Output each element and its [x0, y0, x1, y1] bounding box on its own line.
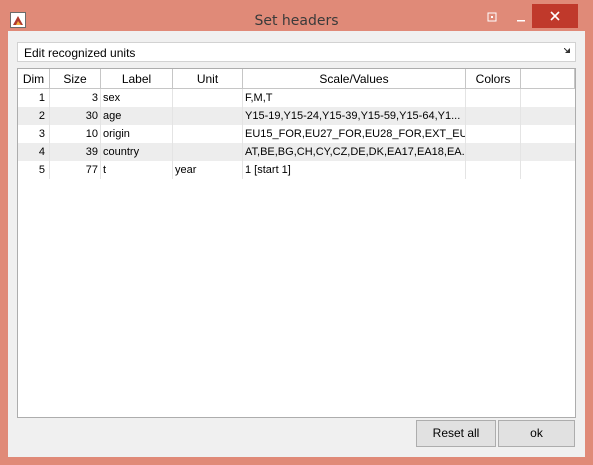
- units-dropdown[interactable]: Edit recognized units: [17, 42, 576, 62]
- dialog-client-area: Edit recognized units Dim Size Label Uni…: [8, 31, 585, 457]
- cell-label[interactable]: t: [101, 161, 173, 179]
- minimize-button[interactable]: [508, 6, 534, 28]
- help-icon: [487, 12, 497, 22]
- cell-unit[interactable]: [173, 125, 243, 143]
- cell-dim: 5: [18, 161, 50, 179]
- column-header-scale-values[interactable]: Scale/Values: [243, 69, 466, 89]
- cell-scale-values[interactable]: F,M,T: [243, 89, 466, 107]
- cell-label[interactable]: age: [101, 107, 173, 125]
- cell-unit[interactable]: [173, 89, 243, 107]
- cell-dim: 1: [18, 89, 50, 107]
- cell-scale-values[interactable]: Y15-19,Y15-24,Y15-39,Y15-59,Y15-64,Y1...: [243, 107, 466, 125]
- cell-colors[interactable]: [466, 89, 521, 107]
- dropdown-arrow-icon: [564, 48, 570, 53]
- help-button[interactable]: [479, 6, 505, 28]
- cell-size[interactable]: 30: [50, 107, 101, 125]
- cell-label[interactable]: country: [101, 143, 173, 161]
- reset-all-button[interactable]: Reset all: [416, 420, 496, 447]
- cell-colors[interactable]: [466, 143, 521, 161]
- cell-colors[interactable]: [466, 107, 521, 125]
- column-header-label[interactable]: Label: [101, 69, 173, 89]
- units-dropdown-value: Edit recognized units: [24, 46, 136, 60]
- cell-scale-values[interactable]: EU15_FOR,EU27_FOR,EU28_FOR,EXT_EU1...: [243, 125, 466, 143]
- table-header-row: Dim Size Label Unit Scale/Values Colors: [18, 69, 575, 89]
- cell-scale-values[interactable]: AT,BE,BG,CH,CY,CZ,DE,DK,EA17,EA18,EA...: [243, 143, 466, 161]
- cell-label[interactable]: origin: [101, 125, 173, 143]
- column-header-size[interactable]: Size: [50, 69, 101, 89]
- button-bar: Reset all ok: [17, 418, 576, 449]
- cell-label[interactable]: sex: [101, 89, 173, 107]
- column-header-colors[interactable]: Colors: [466, 69, 521, 89]
- cell-colors[interactable]: [466, 125, 521, 143]
- cell-dim: 2: [18, 107, 50, 125]
- column-header-extra[interactable]: [521, 69, 575, 89]
- cell-size[interactable]: 3: [50, 89, 101, 107]
- close-button[interactable]: [532, 4, 578, 28]
- cell-unit[interactable]: [173, 143, 243, 161]
- cell-size[interactable]: 77: [50, 161, 101, 179]
- cell-dim: 4: [18, 143, 50, 161]
- table-row[interactable]: 4 39 country AT,BE,BG,CH,CY,CZ,DE,DK,EA1…: [18, 143, 575, 161]
- table-row[interactable]: 5 77 t year 1 [start 1]: [18, 161, 575, 179]
- minimize-icon: [517, 20, 525, 22]
- cell-dim: 3: [18, 125, 50, 143]
- table-row[interactable]: 3 10 origin EU15_FOR,EU27_FOR,EU28_FOR,E…: [18, 125, 575, 143]
- cell-size[interactable]: 39: [50, 143, 101, 161]
- cell-scale-values[interactable]: 1 [start 1]: [243, 161, 466, 179]
- ok-button[interactable]: ok: [498, 420, 575, 447]
- cell-unit[interactable]: [173, 107, 243, 125]
- table-row[interactable]: 1 3 sex F,M,T: [18, 89, 575, 107]
- column-header-dim[interactable]: Dim: [18, 69, 50, 89]
- close-icon: [550, 11, 560, 21]
- table-row[interactable]: 2 30 age Y15-19,Y15-24,Y15-39,Y15-59,Y15…: [18, 107, 575, 125]
- set-headers-window: Set headers Edit recognized units Dim Si…: [0, 0, 593, 465]
- cell-size[interactable]: 10: [50, 125, 101, 143]
- headers-table[interactable]: Dim Size Label Unit Scale/Values Colors …: [17, 68, 576, 418]
- column-header-unit[interactable]: Unit: [173, 69, 243, 89]
- cell-unit[interactable]: year: [173, 161, 243, 179]
- cell-colors[interactable]: [466, 161, 521, 179]
